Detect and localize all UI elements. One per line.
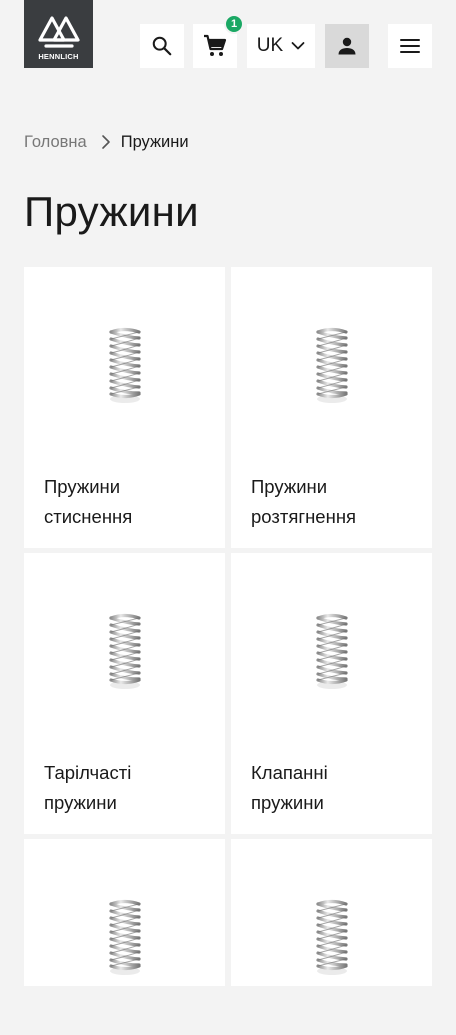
coil-spring-image [231, 553, 432, 749]
category-card[interactable]: Пружини стиснення [24, 267, 225, 548]
coil-spring-image [24, 553, 225, 749]
category-label-line1: Тарілчасті [44, 762, 132, 783]
user-account-button[interactable] [325, 24, 369, 68]
coil-spring-image [24, 839, 225, 1035]
chevron-right-icon [101, 134, 111, 150]
category-label-line2: розтягнення [251, 506, 357, 527]
hamburger-menu-icon [400, 39, 420, 53]
category-card[interactable]: Пружини розтягнення [231, 267, 432, 548]
search-button[interactable] [140, 24, 184, 68]
category-label-line1: Клапанні [251, 762, 328, 783]
coil-spring-image [231, 839, 432, 1035]
category-label: Пружини стиснення [44, 472, 209, 532]
page-title: Пружини [24, 188, 199, 235]
logo-text: HENNLICH [38, 52, 79, 61]
language-select[interactable]: UK [247, 24, 315, 68]
user-icon [338, 37, 356, 55]
cart-count-badge: 1 [224, 14, 244, 34]
search-icon [152, 36, 172, 56]
category-card[interactable]: Клапанні пружини [231, 553, 432, 834]
category-label-line2: пружини [44, 792, 117, 813]
category-label-line1: Пружини [44, 476, 121, 497]
cart-icon [204, 34, 227, 56]
chevron-down-icon [291, 42, 305, 50]
category-card[interactable] [231, 839, 432, 986]
site-header: HENNLICH 1 UK [0, 0, 456, 92]
category-card[interactable]: Тарілчасті пружини [24, 553, 225, 834]
category-label: Тарілчасті пружини [44, 758, 209, 818]
breadcrumb: Головна Пружини [24, 131, 189, 153]
category-label: Пружини розтягнення [251, 472, 416, 532]
category-card[interactable] [24, 839, 225, 986]
category-label-line2: стиснення [44, 506, 133, 527]
coil-spring-image [24, 267, 225, 463]
breadcrumb-current: Пружини [120, 132, 189, 151]
menu-button[interactable] [388, 24, 432, 68]
hennlich-logo[interactable]: HENNLICH [24, 0, 93, 68]
breadcrumb-home-link[interactable]: Головна [24, 133, 87, 152]
language-label: UK [256, 35, 284, 56]
category-label-line1: Пружини [251, 476, 328, 497]
category-label: Клапанні пружини [251, 758, 416, 818]
coil-spring-image [231, 267, 432, 463]
logo-mark-icon [37, 16, 80, 48]
category-label-line2: пружини [251, 792, 324, 813]
